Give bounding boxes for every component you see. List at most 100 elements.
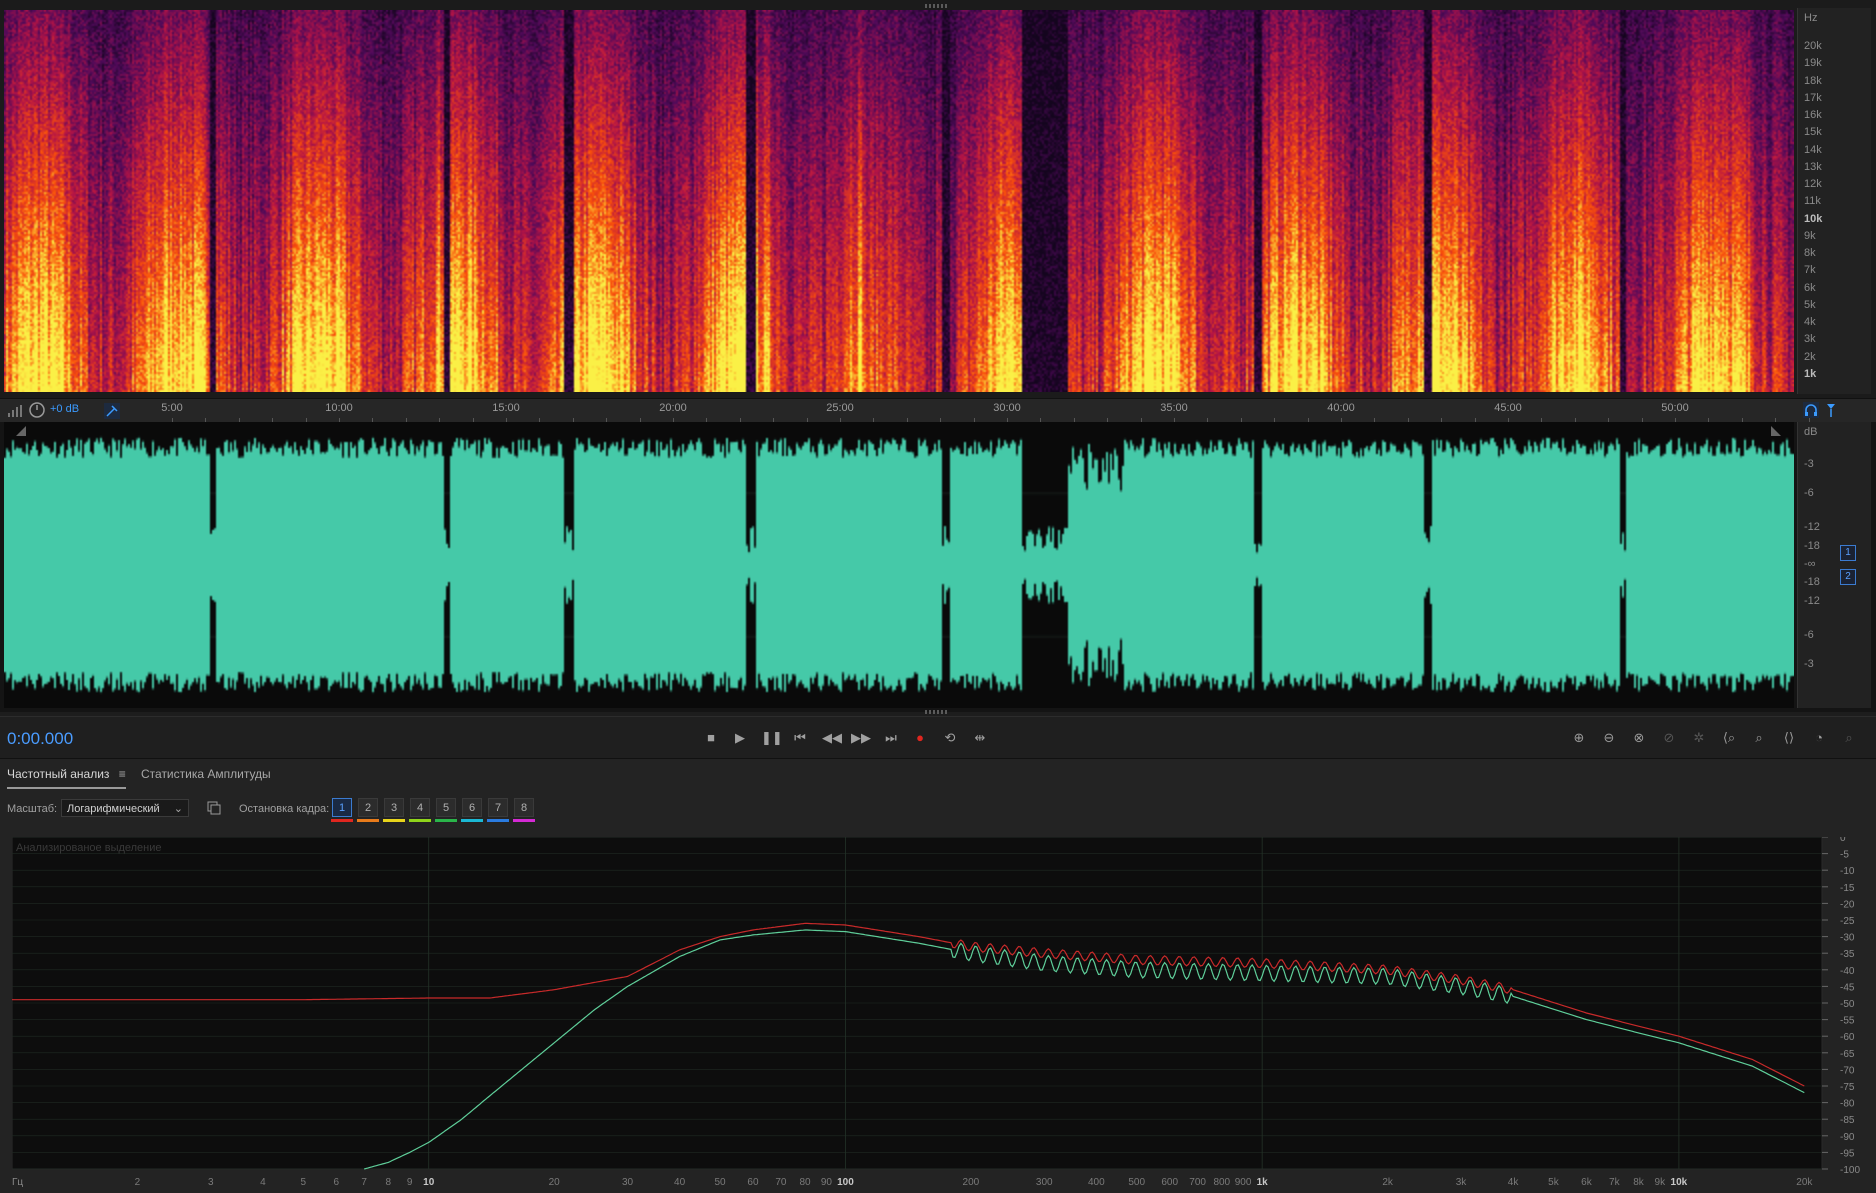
go-to-start-icon[interactable]: ⏮	[791, 729, 809, 747]
x-tick-label: 70	[775, 1177, 787, 1188]
record-icon[interactable]: ●	[911, 729, 929, 747]
pause-icon[interactable]: ❚❚	[761, 729, 783, 747]
tab-amplitude-statistics[interactable]: Статистика Амплитуды	[141, 767, 271, 787]
channel-badge[interactable]: 2	[1840, 569, 1856, 585]
current-time[interactable]: 0:00.000	[7, 729, 73, 749]
y-tick-label: -85	[1840, 1115, 1855, 1126]
freeze-frame-button[interactable]: 4	[410, 798, 430, 817]
freeze-frame-color	[487, 819, 509, 822]
panel-resize-handle[interactable]	[925, 710, 949, 714]
copy-graph-icon[interactable]	[207, 801, 221, 815]
y-tick-label: -45	[1840, 982, 1855, 993]
level-meter-icon	[8, 405, 22, 417]
freeze-frame-button[interactable]: 1	[332, 798, 352, 817]
spectral-frequency-display[interactable]: Hz 20k 19k 18k 17k 16k 15k 14k 13k 12k 11k 10k 9k 8k…	[0, 0, 1876, 400]
waveform-display[interactable]: dB -3 -6 -12 -18 -∞ -18 -12 -6 -3 1 2	[0, 422, 1876, 714]
fast-forward-icon[interactable]: ▶▶	[851, 729, 871, 747]
time-tick-label: 10:00	[325, 402, 353, 414]
x-tick-label: 9	[407, 1177, 413, 1188]
freeze-frame-button[interactable]: 2	[358, 798, 378, 817]
x-tick-label: 6k	[1581, 1177, 1593, 1188]
db-tick-label: -∞	[1804, 558, 1816, 570]
waveform[interactable]	[4, 422, 1794, 708]
go-to-end-icon[interactable]: ⏭	[882, 729, 900, 747]
freeze-frame-button[interactable]: 5	[436, 798, 456, 817]
y-tick-label: -95	[1840, 1148, 1855, 1159]
frequency-analysis-chart[interactable]: Анализированое выделение 0 -5 -10 -15 -20 -25 -…	[12, 837, 1876, 1189]
x-tick-label: 500	[1128, 1177, 1145, 1188]
freeze-frame-color	[357, 819, 379, 822]
y-tick-label: -25	[1840, 916, 1855, 927]
headphones-icon[interactable]	[1803, 402, 1819, 418]
db-unit-label: dB	[1804, 426, 1818, 438]
zoom-out-amplitude-icon[interactable]: ⊖	[1600, 729, 1618, 747]
db-tick-label: -3	[1804, 658, 1814, 670]
panel-resize-handle[interactable]	[925, 4, 949, 8]
hz-tick-label: 10k	[1804, 212, 1823, 225]
zoom-to-playhead-icon[interactable]: ◔	[1810, 729, 1828, 747]
hz-tick-label: 8k	[1804, 247, 1816, 260]
zoom-spectral-icon[interactable]: ✲	[1690, 729, 1708, 747]
time-tick-label: 45:00	[1494, 402, 1522, 414]
panel-menu-icon[interactable]: ≡	[119, 767, 126, 781]
time-tick-label: 30:00	[993, 402, 1021, 414]
marker-icon[interactable]	[1823, 402, 1839, 418]
y-tick-label: -90	[1840, 1132, 1855, 1143]
y-tick-label: -50	[1840, 999, 1855, 1010]
db-ruler: dB -3 -6 -12 -18 -∞ -18 -12 -6 -3 1 2	[1797, 422, 1871, 708]
freeze-frame-button[interactable]: 7	[488, 798, 508, 817]
loop-playback-icon[interactable]: ⟲	[941, 729, 959, 747]
rewind-icon[interactable]: ◀◀	[822, 729, 842, 747]
hz-tick-label: 18k	[1804, 74, 1822, 87]
spectrogram[interactable]	[4, 10, 1794, 392]
scale-label: Масштаб:	[7, 803, 58, 815]
freeze-frame-button[interactable]: 6	[462, 798, 482, 817]
x-tick-label: 9k	[1655, 1177, 1667, 1188]
gain-value[interactable]: +0 dB	[50, 403, 79, 415]
zoom-selection-icon[interactable]: ⊘	[1660, 729, 1678, 747]
y-tick-label: -70	[1840, 1065, 1855, 1076]
zoom-reset-icon[interactable]: ⊗	[1630, 729, 1648, 747]
zoom-to-marker-icon[interactable]: ⌕	[1840, 729, 1858, 747]
time-ruler[interactable]: +0 dB 5:00 10:00 15:00 20:00 25:00 30:00 35:00…	[0, 398, 1876, 424]
freeze-frame-button[interactable]: 3	[384, 798, 404, 817]
freeze-frame-button[interactable]: 8	[514, 798, 534, 817]
hz-tick-label: 20k	[1804, 40, 1822, 52]
frequency-analysis-panel: Частотный анализ ≡ Статистика Амплитуды …	[0, 758, 1876, 1193]
hz-tick-label: 3k	[1804, 333, 1816, 346]
scale-select[interactable]: Логарифмический ⌄	[61, 799, 189, 817]
zoom-in-amplitude-icon[interactable]: ⊕	[1570, 729, 1588, 747]
freeze-frame-color	[435, 819, 457, 822]
x-tick-label: 7k	[1609, 1177, 1621, 1188]
y-tick-label: -65	[1840, 1049, 1855, 1060]
hz-tick-label: 5k	[1804, 298, 1816, 311]
db-tick-label: -6	[1804, 629, 1814, 641]
x-tick-label: 8k	[1633, 1177, 1645, 1188]
channel-badge[interactable]: 1	[1840, 545, 1856, 561]
x-tick-label: 60	[747, 1177, 759, 1188]
skip-selection-icon[interactable]: ⇹	[971, 729, 989, 747]
gain-knob-icon[interactable]	[29, 402, 45, 418]
time-tick-label: 25:00	[826, 402, 854, 414]
hz-tick-label: 2k	[1804, 350, 1816, 363]
y-tick-label: -15	[1840, 883, 1855, 894]
hz-tick-label: 9k	[1804, 229, 1816, 242]
db-tick-label: -3	[1804, 458, 1814, 470]
zoom-out-time-icon[interactable]: ⌕	[1750, 729, 1768, 747]
x-tick-label: 50	[714, 1177, 726, 1188]
play-icon[interactable]: ▶	[731, 729, 749, 747]
y-tick-label: 0	[1840, 837, 1846, 844]
pin-icon[interactable]	[104, 403, 120, 419]
x-tick-label: 7	[361, 1177, 367, 1188]
stop-icon[interactable]: ■	[702, 729, 720, 747]
hz-unit-label: Hz	[1804, 12, 1818, 24]
x-tick-label: 2	[135, 1177, 141, 1188]
freeze-frame-color	[513, 819, 535, 822]
zoom-out-full-icon[interactable]: ⟨⟩	[1780, 729, 1798, 747]
tab-frequency-analysis[interactable]: Частотный анализ ≡	[7, 767, 126, 789]
freeze-frame-color	[461, 819, 483, 822]
x-tick-label: 5	[300, 1177, 306, 1188]
analysis-toolbar: Масштаб: Логарифмический ⌄ Остановка кад…	[0, 797, 1876, 822]
zoom-in-time-icon[interactable]: ⟨⌕	[1720, 729, 1738, 747]
hz-tick-label: 15k	[1804, 126, 1822, 139]
